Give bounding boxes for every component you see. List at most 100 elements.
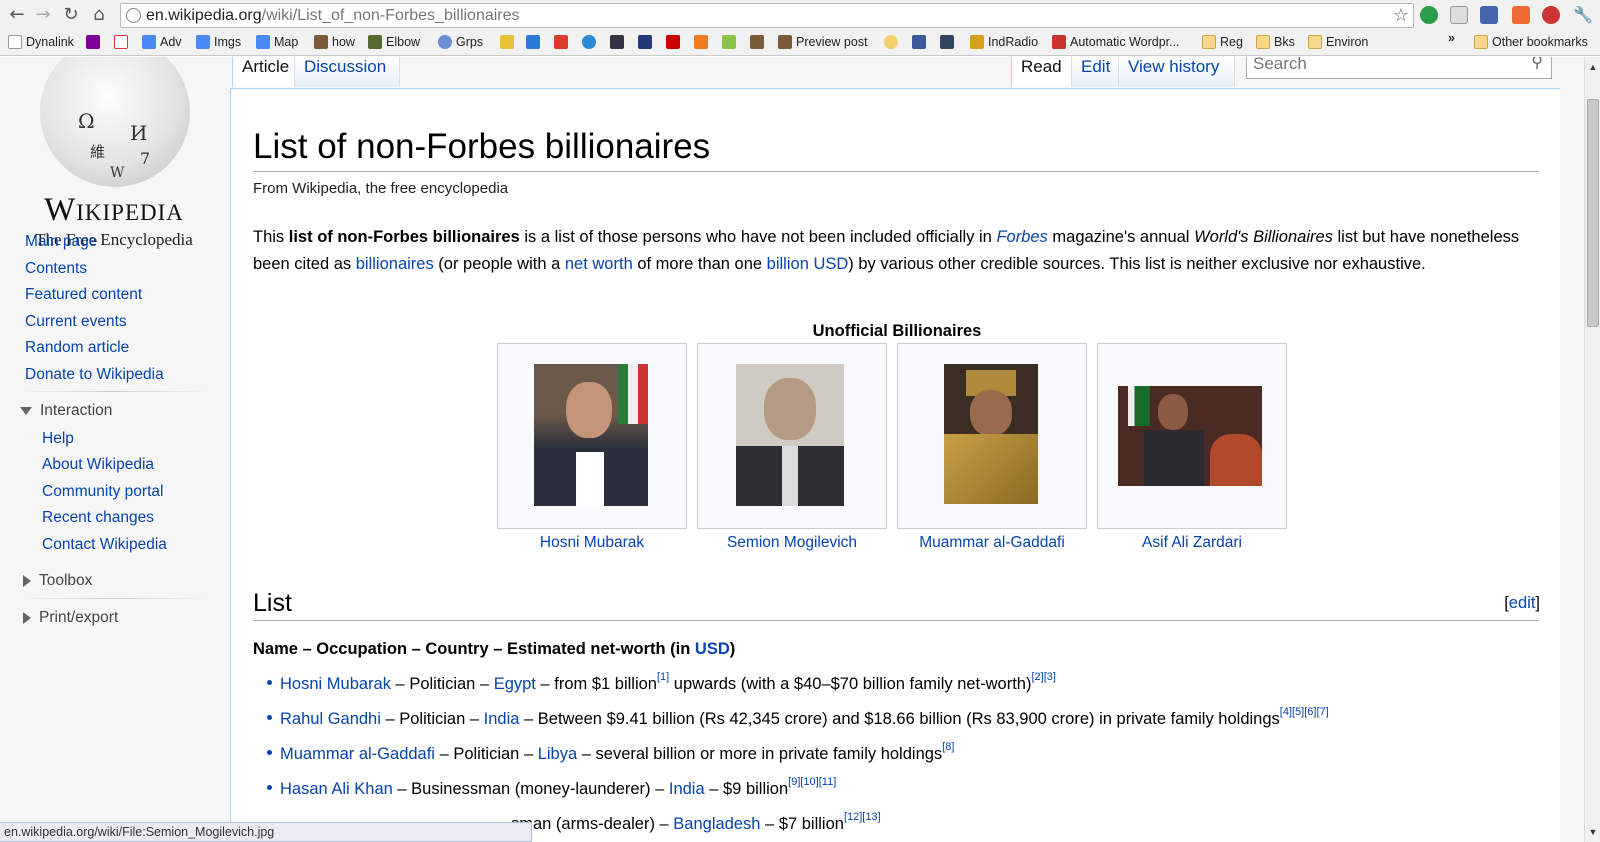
tab-edit[interactable]: Edit bbox=[1071, 57, 1121, 87]
interaction-portal-toggle[interactable]: Interaction bbox=[20, 402, 112, 420]
stumbleupon-icon[interactable] bbox=[1420, 6, 1438, 24]
link-person[interactable]: Hosni Mubarak bbox=[280, 675, 391, 693]
gallery-image-box[interactable] bbox=[1097, 343, 1287, 529]
citation[interactable]: [2][3] bbox=[1031, 671, 1055, 683]
caption-muammar-al-gaddafi[interactable]: Muammar al-Gaddafi bbox=[897, 534, 1087, 552]
caption-semion-mogilevich[interactable]: Semion Mogilevich bbox=[697, 534, 887, 552]
bookmark-cnn[interactable] bbox=[666, 35, 684, 49]
caption-asif-ali-zardari[interactable]: Asif Ali Zardari bbox=[1097, 534, 1287, 552]
address-bar[interactable]: en.wikipedia.org/wiki/List_of_non-Forbes… bbox=[120, 3, 1414, 28]
url-text[interactable]: en.wikipedia.org/wiki/List_of_non-Forbes… bbox=[146, 7, 520, 25]
search-input[interactable] bbox=[1253, 57, 1513, 74]
bookmark-6[interactable] bbox=[750, 35, 768, 49]
scroll-down-arrow-icon[interactable]: ▼ bbox=[1585, 824, 1600, 840]
bookmark-gmail[interactable] bbox=[114, 35, 132, 49]
portrait-image[interactable] bbox=[1118, 386, 1262, 486]
page-scrollbar[interactable]: ▲ ▼ bbox=[1584, 57, 1600, 842]
scrollbar-thumb[interactable] bbox=[1587, 99, 1599, 327]
bookmark-age[interactable] bbox=[610, 35, 628, 49]
link-usd[interactable]: USD bbox=[695, 640, 730, 658]
link-person[interactable]: Muammar al-Gaddafi bbox=[280, 745, 435, 763]
bookmark-environ[interactable]: Environ bbox=[1308, 35, 1368, 49]
bookmark-imgs[interactable]: Imgs bbox=[196, 35, 241, 49]
bookmark-tumblr[interactable] bbox=[940, 35, 958, 49]
mail-checker-icon[interactable] bbox=[1450, 6, 1468, 24]
citation[interactable]: [9][10][11] bbox=[788, 776, 836, 788]
citation[interactable]: [12][13] bbox=[844, 811, 881, 823]
link-country[interactable]: India bbox=[484, 710, 520, 728]
edit-link-text[interactable]: edit bbox=[1509, 594, 1536, 612]
link-country[interactable]: Egypt bbox=[494, 675, 536, 693]
nav-about-wikipedia[interactable]: About Wikipedia bbox=[42, 456, 154, 474]
link-person[interactable]: Rahul Gandhi bbox=[280, 710, 381, 728]
nav-current-events[interactable]: Current events bbox=[25, 313, 127, 331]
nav-contents[interactable]: Contents bbox=[25, 260, 87, 278]
bookmark-2[interactable] bbox=[526, 35, 544, 49]
portrait-image[interactable] bbox=[534, 364, 648, 506]
tab-read[interactable]: Read bbox=[1011, 57, 1071, 87]
citation[interactable]: [8] bbox=[942, 741, 954, 753]
bookmark-reg[interactable]: Reg bbox=[1202, 35, 1243, 49]
wrench-icon[interactable]: 🔧 bbox=[1572, 4, 1594, 26]
link-country[interactable]: Bangladesh bbox=[673, 815, 760, 833]
citation[interactable]: [4][5][6][7] bbox=[1280, 706, 1329, 718]
link-billionaires[interactable]: billionaires bbox=[356, 255, 434, 273]
settings-extension-icon[interactable] bbox=[1542, 6, 1560, 24]
nav-donate[interactable]: Donate to Wikipedia bbox=[25, 366, 164, 384]
bookmark-grps[interactable]: Grps bbox=[438, 35, 483, 49]
link-net-worth[interactable]: net worth bbox=[565, 255, 633, 273]
gallery-image-box[interactable] bbox=[497, 343, 687, 529]
bookmarks-overflow-chevron[interactable]: » bbox=[1448, 31, 1455, 45]
gallery-image-box[interactable] bbox=[697, 343, 887, 529]
nav-random-article[interactable]: Random article bbox=[25, 339, 129, 357]
portrait-image[interactable] bbox=[944, 364, 1038, 504]
gallery-image-box[interactable] bbox=[897, 343, 1087, 529]
tab-discussion[interactable]: Discussion bbox=[294, 57, 400, 87]
other-bookmarks[interactable]: Other bookmarks bbox=[1474, 35, 1588, 49]
caption-hosni-mubarak[interactable]: Hosni Mubarak bbox=[497, 534, 687, 552]
tab-view-history[interactable]: View history bbox=[1118, 57, 1235, 87]
bookmark-3[interactable] bbox=[554, 35, 572, 49]
add-icon[interactable] bbox=[1512, 6, 1530, 24]
nav-recent-changes[interactable]: Recent changes bbox=[42, 509, 154, 527]
home-icon[interactable]: ⌂ bbox=[88, 4, 110, 26]
nav-main-page[interactable]: Main page bbox=[25, 233, 97, 251]
bookmark-bks[interactable]: Bks bbox=[1256, 35, 1295, 49]
bookmark-how[interactable]: how bbox=[314, 35, 355, 49]
nav-help[interactable]: Help bbox=[42, 430, 74, 448]
toolbox-portal-toggle[interactable]: Toolbox bbox=[20, 572, 92, 590]
bookmark-wordpress[interactable]: Automatic Wordpr... bbox=[1052, 35, 1180, 49]
wikipedia-globe-logo[interactable]: Ω И 維 7 W bbox=[40, 57, 190, 187]
page-info-icon[interactable] bbox=[126, 8, 141, 23]
link-country[interactable]: India bbox=[669, 780, 705, 798]
bookmark-afr[interactable] bbox=[582, 35, 600, 49]
extension-icon[interactable] bbox=[1480, 6, 1498, 24]
portrait-image[interactable] bbox=[736, 364, 844, 506]
bookmark-star-icon[interactable]: ☆ bbox=[1393, 5, 1409, 26]
nav-contact-wikipedia[interactable]: Contact Wikipedia bbox=[42, 536, 167, 554]
bookmark-adv[interactable]: Adv bbox=[142, 35, 182, 49]
nav-community-portal[interactable]: Community portal bbox=[42, 483, 163, 501]
back-icon[interactable]: ← bbox=[6, 4, 28, 26]
bookmark-facebook[interactable] bbox=[912, 35, 930, 49]
bookmark-7[interactable] bbox=[884, 35, 902, 49]
link-person[interactable]: Hasan Ali Khan bbox=[280, 780, 393, 798]
bookmark-yahoo[interactable] bbox=[86, 35, 104, 49]
bookmark-map[interactable]: Map bbox=[256, 35, 298, 49]
wikipedia-wordmark[interactable]: Wikipedia bbox=[0, 192, 228, 229]
bookmark-elbow[interactable]: Elbow bbox=[368, 35, 420, 49]
link-country[interactable]: Libya bbox=[538, 745, 577, 763]
section-edit-link[interactable]: [edit] bbox=[1504, 594, 1540, 613]
bookmark-dynalink[interactable]: Dynalink bbox=[8, 35, 74, 49]
tab-article[interactable]: Article bbox=[232, 57, 299, 87]
print-export-portal-toggle[interactable]: Print/export bbox=[20, 609, 118, 627]
bookmark-1[interactable] bbox=[500, 35, 518, 49]
link-billion-usd[interactable]: billion USD bbox=[767, 255, 849, 273]
search-icon[interactable]: ⚲ bbox=[1531, 57, 1543, 71]
bookmark-4[interactable] bbox=[694, 35, 712, 49]
search-box[interactable]: ⚲ bbox=[1246, 57, 1552, 79]
forward-icon[interactable]: → bbox=[32, 4, 54, 26]
bookmark-preview-post[interactable]: Preview post bbox=[778, 35, 868, 49]
scroll-up-arrow-icon[interactable]: ▲ bbox=[1585, 59, 1600, 75]
bookmark-5[interactable] bbox=[722, 35, 740, 49]
